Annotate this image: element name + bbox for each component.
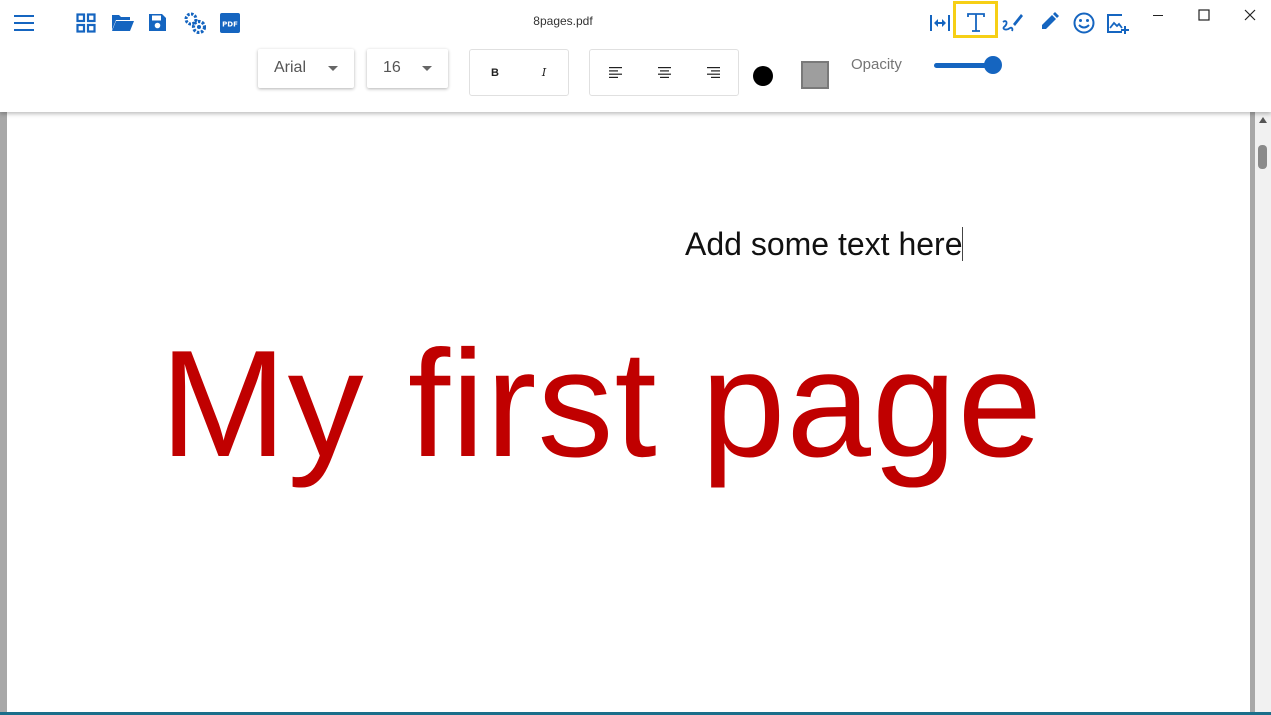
pen-icon[interactable] xyxy=(1039,12,1059,32)
background-color-swatch[interactable] xyxy=(801,61,829,89)
font-family-select[interactable]: Arial xyxy=(258,49,354,88)
chevron-down-icon xyxy=(422,66,432,71)
minimize-icon[interactable] xyxy=(1152,9,1164,21)
settings-icon[interactable] xyxy=(184,12,206,34)
scrollbar-thumb[interactable] xyxy=(1258,145,1267,169)
text-color-swatch[interactable] xyxy=(753,66,773,86)
emoji-icon[interactable] xyxy=(1073,12,1095,34)
text-tool-icon[interactable] xyxy=(966,12,986,34)
toolbar: PDF 8pages.pdf Arial 16 B I Opacity xyxy=(0,0,1271,112)
text-cursor xyxy=(962,227,964,261)
vertical-scrollbar[interactable] xyxy=(1255,112,1271,715)
signature-icon[interactable] xyxy=(1001,10,1024,34)
align-right-button[interactable] xyxy=(689,50,737,95)
align-right-icon xyxy=(706,67,720,78)
align-left-icon xyxy=(608,67,622,78)
font-family-value: Arial xyxy=(274,59,307,76)
menu-icon[interactable] xyxy=(14,14,34,32)
pdf-icon[interactable]: PDF xyxy=(220,13,240,33)
chevron-down-icon xyxy=(328,66,338,71)
font-size-select[interactable]: 16 xyxy=(367,49,448,88)
style-button-group: B I xyxy=(469,49,569,96)
page-heading: My first page xyxy=(160,319,1044,489)
align-center-icon xyxy=(657,67,671,78)
text-box[interactable]: Add some text here xyxy=(685,226,964,263)
pdf-page: Add some text here My first page xyxy=(7,112,1250,715)
svg-text:PDF: PDF xyxy=(222,21,238,29)
italic-button[interactable]: I xyxy=(520,50,568,95)
text-box-content: Add some text here xyxy=(685,226,963,262)
scroll-up-icon[interactable] xyxy=(1259,117,1267,123)
save-icon[interactable] xyxy=(148,13,167,32)
font-size-value: 16 xyxy=(383,59,401,76)
align-left-button[interactable] xyxy=(591,50,639,95)
add-image-icon[interactable] xyxy=(1106,12,1129,35)
fit-width-icon[interactable] xyxy=(929,13,951,33)
align-button-group xyxy=(589,49,739,96)
bold-button[interactable]: B xyxy=(471,50,519,95)
opacity-label: Opacity xyxy=(851,56,902,73)
window-title: 8pages.pdf xyxy=(533,14,593,28)
maximize-icon[interactable] xyxy=(1197,8,1211,22)
folder-open-icon[interactable] xyxy=(111,13,134,32)
align-center-button[interactable] xyxy=(640,50,688,95)
grid-icon[interactable] xyxy=(76,13,96,33)
close-icon[interactable] xyxy=(1243,8,1257,22)
opacity-slider-thumb[interactable] xyxy=(984,56,1002,74)
